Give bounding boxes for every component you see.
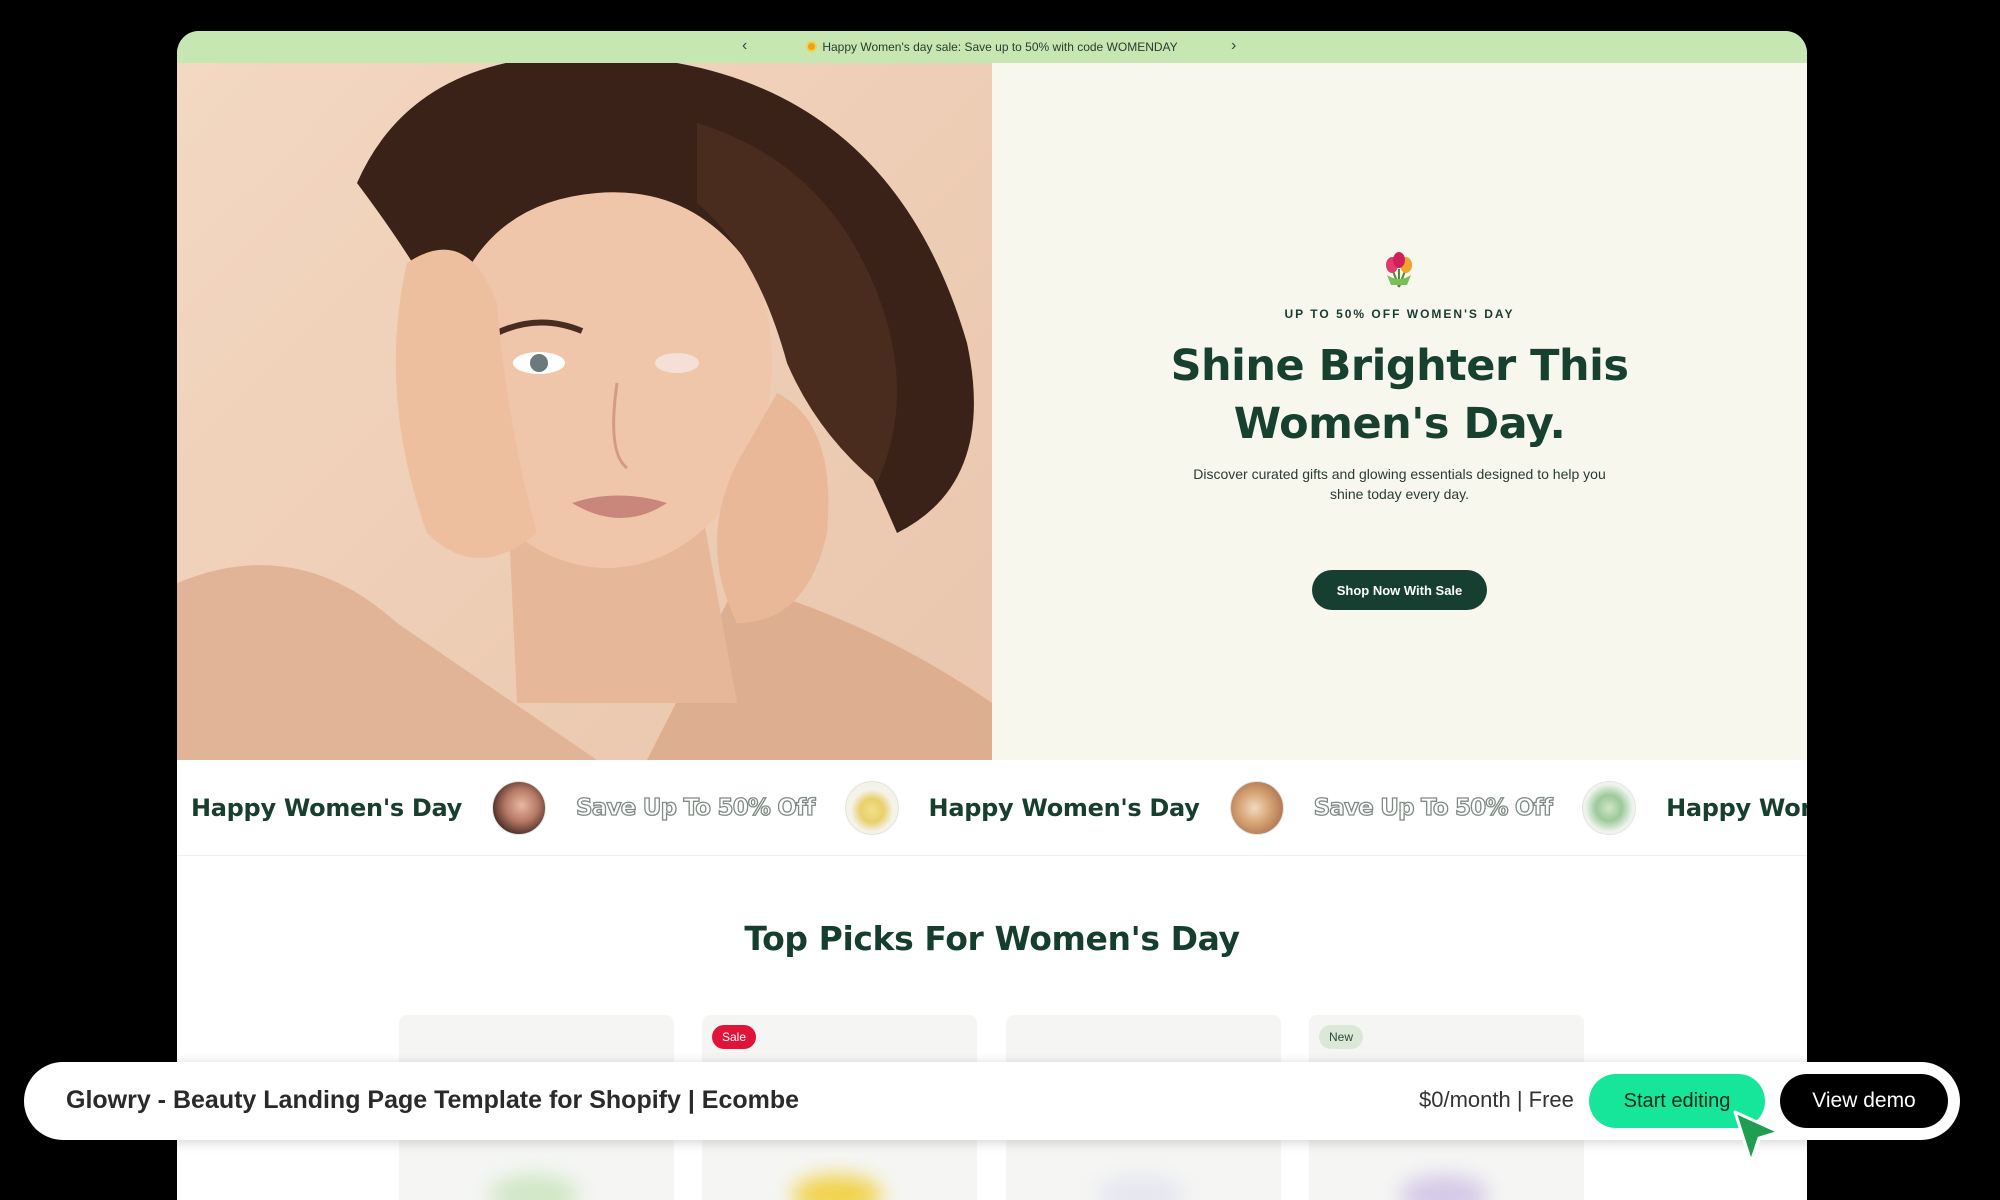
marquee-track: Happy Women's Day Save Up To 50% Off Hap… [191,760,1807,855]
marquee-outline-text: Save Up To 50% Off [1313,794,1554,821]
marquee-image [1229,781,1284,835]
cursor-arrow-icon [1733,1110,1781,1164]
template-price: $0/month | Free [1419,1087,1574,1112]
marquee-image [844,781,899,835]
hero-portrait-image [177,63,992,760]
marquee-text: Happy Women's Day [928,794,1200,822]
announcement-message: Happy Women's day sale: Save up to 50% w… [806,40,1178,54]
chevron-right-icon[interactable]: › [1231,37,1236,55]
hero-subtext: Discover curated gifts and glowing essen… [1193,466,1606,502]
sale-badge: Sale [712,1025,757,1049]
hero-headline: Shine Brighter This Women's Day. [1170,341,1629,449]
new-badge: New [1319,1025,1364,1049]
template-info-bar: Glowry - Beauty Landing Page Template fo… [24,1062,1960,1140]
chevron-left-icon[interactable]: ‹ [742,37,747,55]
browser-page-frame: ‹ Happy Women's day sale: Save up to 50%… [177,31,1807,1200]
hero-section: UP TO 50% OFF WOMEN'S DAY Shine Brighter… [177,63,1807,760]
hero-eyebrow: UP TO 50% OFF WOMEN'S DAY [1284,307,1515,321]
sun-emoji-icon [806,41,818,52]
product-image [489,1175,579,1200]
product-image [1399,1175,1489,1200]
template-title: Glowry - Beauty Landing Page Template fo… [66,1086,800,1114]
promo-marquee: Happy Women's Day Save Up To 50% Off Hap… [177,760,1807,856]
shop-now-button[interactable]: Shop Now With Sale [1312,570,1487,610]
product-image [1096,1175,1186,1200]
announcement-text: Happy Women's day sale: Save up to 50% w… [822,40,1178,54]
product-image [792,1175,882,1200]
marquee-outline-text: Save Up To 50% Off [575,794,816,821]
marquee-image [1582,781,1637,835]
view-demo-button[interactable]: View demo [1780,1074,1948,1128]
tulip-bouquet-icon [1386,252,1412,288]
marquee-image [492,781,547,835]
marquee-text: Happy Woman [1666,794,1807,822]
marquee-text: Happy Women's Day [191,794,463,822]
announcement-bar: ‹ Happy Women's day sale: Save up to 50%… [177,31,1807,63]
section-title: Top Picks For Women's Day [744,919,1240,958]
hero-copy-panel: UP TO 50% OFF WOMEN'S DAY Shine Brighter… [992,63,1807,760]
